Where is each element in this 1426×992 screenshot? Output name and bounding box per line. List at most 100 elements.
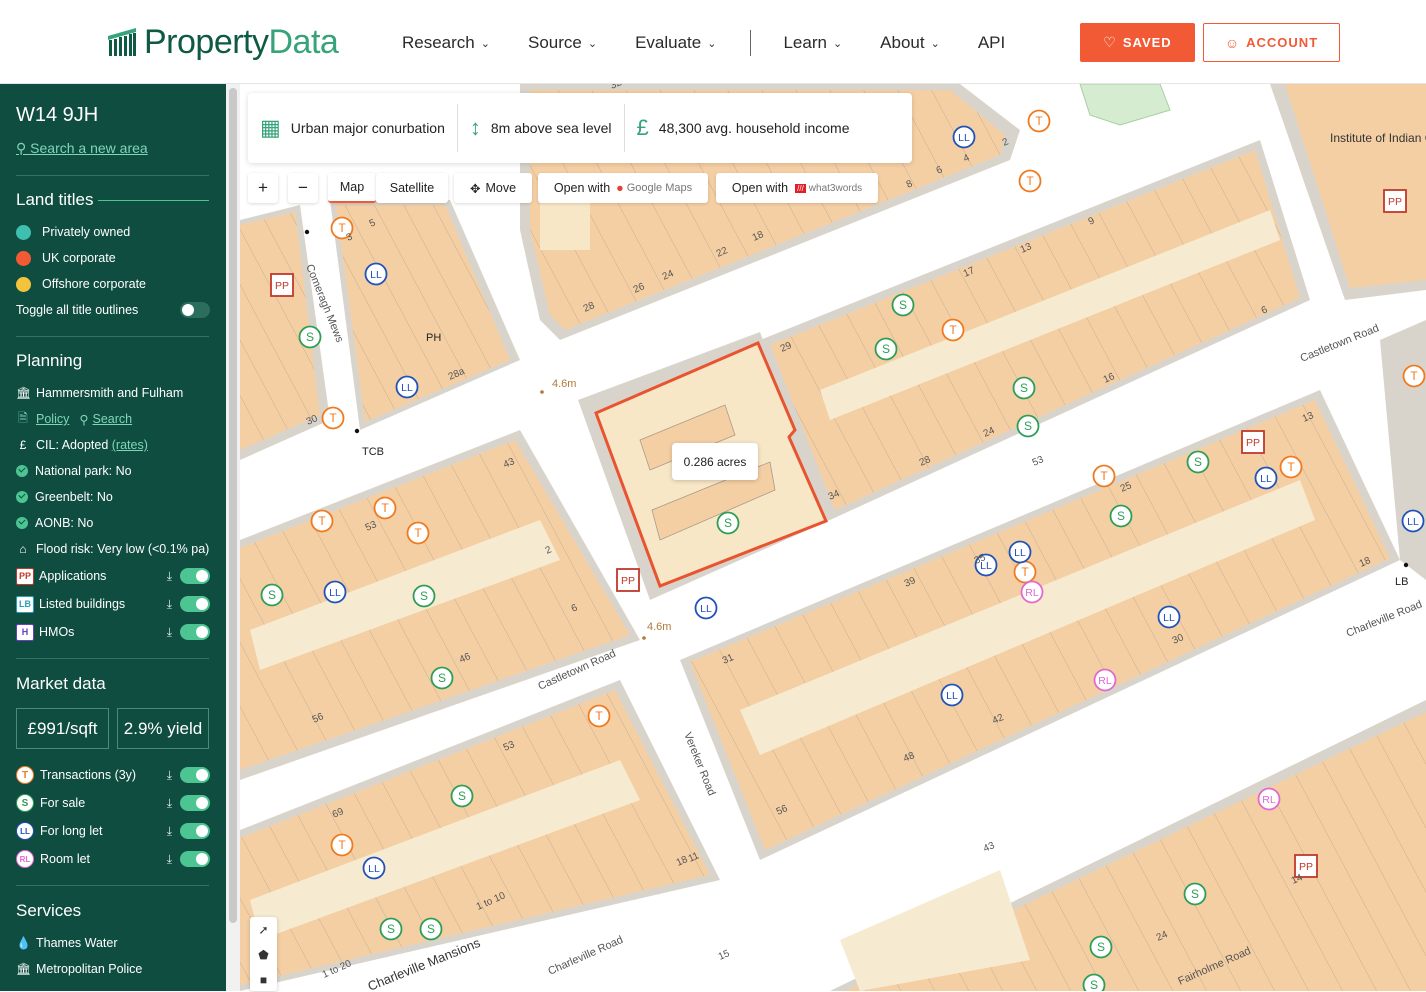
map-marker-s[interactable]: S bbox=[891, 293, 915, 317]
toggle-title-outlines[interactable] bbox=[180, 302, 210, 318]
map-marker-rl[interactable]: RL bbox=[1020, 580, 1044, 604]
sidebar-scrollbar[interactable] bbox=[229, 88, 237, 923]
map-marker-pp[interactable]: PP bbox=[1383, 189, 1407, 213]
map-marker-t[interactable]: T bbox=[1402, 364, 1426, 388]
search-new-area-link[interactable]: ⚲ Search a new area bbox=[16, 140, 148, 157]
toggle-applications[interactable] bbox=[180, 568, 210, 584]
toggle-listed-buildings[interactable] bbox=[180, 596, 210, 612]
map-marker-ll[interactable]: LL bbox=[1401, 509, 1425, 533]
saved-button[interactable]: ♡ SAVED bbox=[1080, 23, 1195, 62]
satellite-view-tab[interactable]: Satellite bbox=[376, 173, 448, 203]
map-marker-t[interactable]: T bbox=[941, 318, 965, 342]
map-marker-s[interactable]: S bbox=[260, 583, 284, 607]
house-flood-icon: ⌂ bbox=[19, 542, 27, 556]
map-marker-pp[interactable]: PP bbox=[1241, 430, 1265, 454]
nav-api[interactable]: API bbox=[978, 33, 1005, 53]
download-icon[interactable]: ⤓ bbox=[167, 625, 172, 640]
income-info: £48,300 avg. household income bbox=[636, 115, 850, 140]
map-marker-pp[interactable]: PP bbox=[616, 568, 640, 592]
map-marker-t[interactable]: T bbox=[1279, 455, 1303, 479]
map-marker-s[interactable]: S bbox=[419, 917, 443, 941]
map-marker-ll[interactable]: LL bbox=[364, 262, 388, 286]
draw-rectangle-icon[interactable]: ■ bbox=[250, 967, 277, 992]
map-marker-s[interactable]: S bbox=[430, 666, 454, 690]
map-marker-ll[interactable]: LL bbox=[323, 580, 347, 604]
map-marker-s[interactable]: S bbox=[379, 917, 403, 941]
svg-text:S: S bbox=[268, 588, 276, 602]
svg-text:LL: LL bbox=[1260, 473, 1272, 485]
open-google-maps-button[interactable]: Open with ● Google Maps bbox=[538, 173, 708, 203]
map-marker-t[interactable]: T bbox=[330, 833, 354, 857]
map-marker-rl[interactable]: RL bbox=[1257, 787, 1281, 811]
map-marker-t[interactable]: T bbox=[1027, 109, 1051, 133]
map-marker-s[interactable]: S bbox=[1012, 376, 1036, 400]
map-marker-s[interactable]: S bbox=[1082, 973, 1106, 992]
map-marker-t[interactable]: T bbox=[310, 509, 334, 533]
download-icon[interactable]: ⤓ bbox=[167, 768, 172, 783]
toggle-for-sale[interactable] bbox=[180, 795, 210, 811]
svg-text:PP: PP bbox=[621, 575, 635, 587]
nav-source[interactable]: Source ⌄ bbox=[528, 33, 597, 53]
toggle-transactions[interactable] bbox=[180, 767, 210, 783]
download-icon[interactable]: ⤓ bbox=[167, 569, 172, 584]
map-marker-ll[interactable]: LL bbox=[395, 375, 419, 399]
download-icon[interactable]: ⤓ bbox=[167, 597, 172, 612]
logo[interactable]: PropertyData bbox=[108, 22, 339, 62]
open-what3words-button[interactable]: Open with///what3words bbox=[716, 173, 878, 203]
map-marker-t[interactable]: T bbox=[1013, 560, 1037, 584]
planning-search-link[interactable]: Search bbox=[93, 412, 133, 426]
map-marker-s[interactable]: S bbox=[1089, 935, 1113, 959]
map-marker-s[interactable]: S bbox=[1016, 414, 1040, 438]
toggle-hmos[interactable] bbox=[180, 624, 210, 640]
map-marker-t[interactable]: T bbox=[406, 521, 430, 545]
map-marker-t[interactable]: T bbox=[587, 704, 611, 728]
draw-line-icon[interactable]: ➚ bbox=[250, 917, 277, 942]
map-marker-s[interactable]: S bbox=[874, 337, 898, 361]
nav-research[interactable]: Research ⌄ bbox=[402, 33, 490, 53]
draw-polygon-icon[interactable]: ⬟ bbox=[250, 942, 277, 967]
map-marker-s[interactable]: S bbox=[1183, 882, 1207, 906]
map-marker-s[interactable]: S bbox=[1109, 504, 1133, 528]
toggle-for-long-let[interactable] bbox=[180, 823, 210, 839]
map-marker-rl[interactable]: RL bbox=[1093, 668, 1117, 692]
map-marker-ll[interactable]: LL bbox=[1254, 466, 1278, 490]
toggle-room-let[interactable] bbox=[180, 851, 210, 867]
top-navigation-bar: PropertyData Research ⌄ Source ⌄ Evaluate ⌄… bbox=[0, 0, 1426, 84]
map-marker-t[interactable]: T bbox=[1092, 464, 1116, 488]
map-marker-s[interactable]: S bbox=[298, 325, 322, 349]
download-icon[interactable]: ⤓ bbox=[167, 796, 172, 811]
map-marker-t[interactable]: T bbox=[373, 496, 397, 520]
chevron-down-icon: ⌄ bbox=[930, 37, 940, 50]
map-marker-s[interactable]: S bbox=[412, 584, 436, 608]
zoom-in-button[interactable]: + bbox=[248, 173, 278, 203]
cil-rates-link[interactable]: (rates) bbox=[112, 438, 148, 452]
map-marker-t[interactable]: T bbox=[1018, 169, 1042, 193]
map-view-tab[interactable]: Map bbox=[328, 173, 376, 203]
download-icon[interactable]: ⤓ bbox=[167, 824, 172, 839]
download-icon[interactable]: ⤓ bbox=[167, 852, 172, 867]
map-marker-ll[interactable]: LL bbox=[1008, 540, 1032, 564]
building-icon: ▦ bbox=[260, 115, 281, 140]
map-marker-pp[interactable]: PP bbox=[270, 273, 294, 297]
lb-badge-icon: LB bbox=[16, 595, 34, 613]
zoom-out-button[interactable]: − bbox=[288, 173, 318, 203]
map-marker-ll[interactable]: LL bbox=[1157, 605, 1181, 629]
map-canvas[interactable]: Castletown Road Castletown Road Charlevi… bbox=[240, 84, 1426, 991]
svg-text:LL: LL bbox=[700, 603, 712, 615]
nav-learn[interactable]: Learn ⌄ bbox=[783, 33, 842, 53]
map-marker-ll[interactable]: LL bbox=[362, 856, 386, 880]
map-marker-s[interactable]: S bbox=[716, 511, 740, 535]
area-info-panel: ▦ Urban major conurbation ↕ 8m above sea l… bbox=[248, 93, 912, 163]
nav-evaluate[interactable]: Evaluate ⌄ bbox=[635, 33, 716, 53]
nav-about[interactable]: About ⌄ bbox=[880, 33, 940, 53]
move-button[interactable]: ✥ Move bbox=[454, 173, 532, 203]
policy-link[interactable]: Policy bbox=[36, 412, 69, 426]
map-marker-ll[interactable]: LL bbox=[940, 683, 964, 707]
account-button[interactable]: ☺ ACCOUNT bbox=[1203, 23, 1340, 62]
map-marker-s[interactable]: S bbox=[1186, 450, 1210, 474]
map-marker-ll[interactable]: LL bbox=[694, 596, 718, 620]
map-marker-ll[interactable]: LL bbox=[952, 125, 976, 149]
map-marker-s[interactable]: S bbox=[450, 784, 474, 808]
svg-text:LL: LL bbox=[370, 269, 382, 281]
map-marker-t[interactable]: T bbox=[321, 406, 345, 430]
